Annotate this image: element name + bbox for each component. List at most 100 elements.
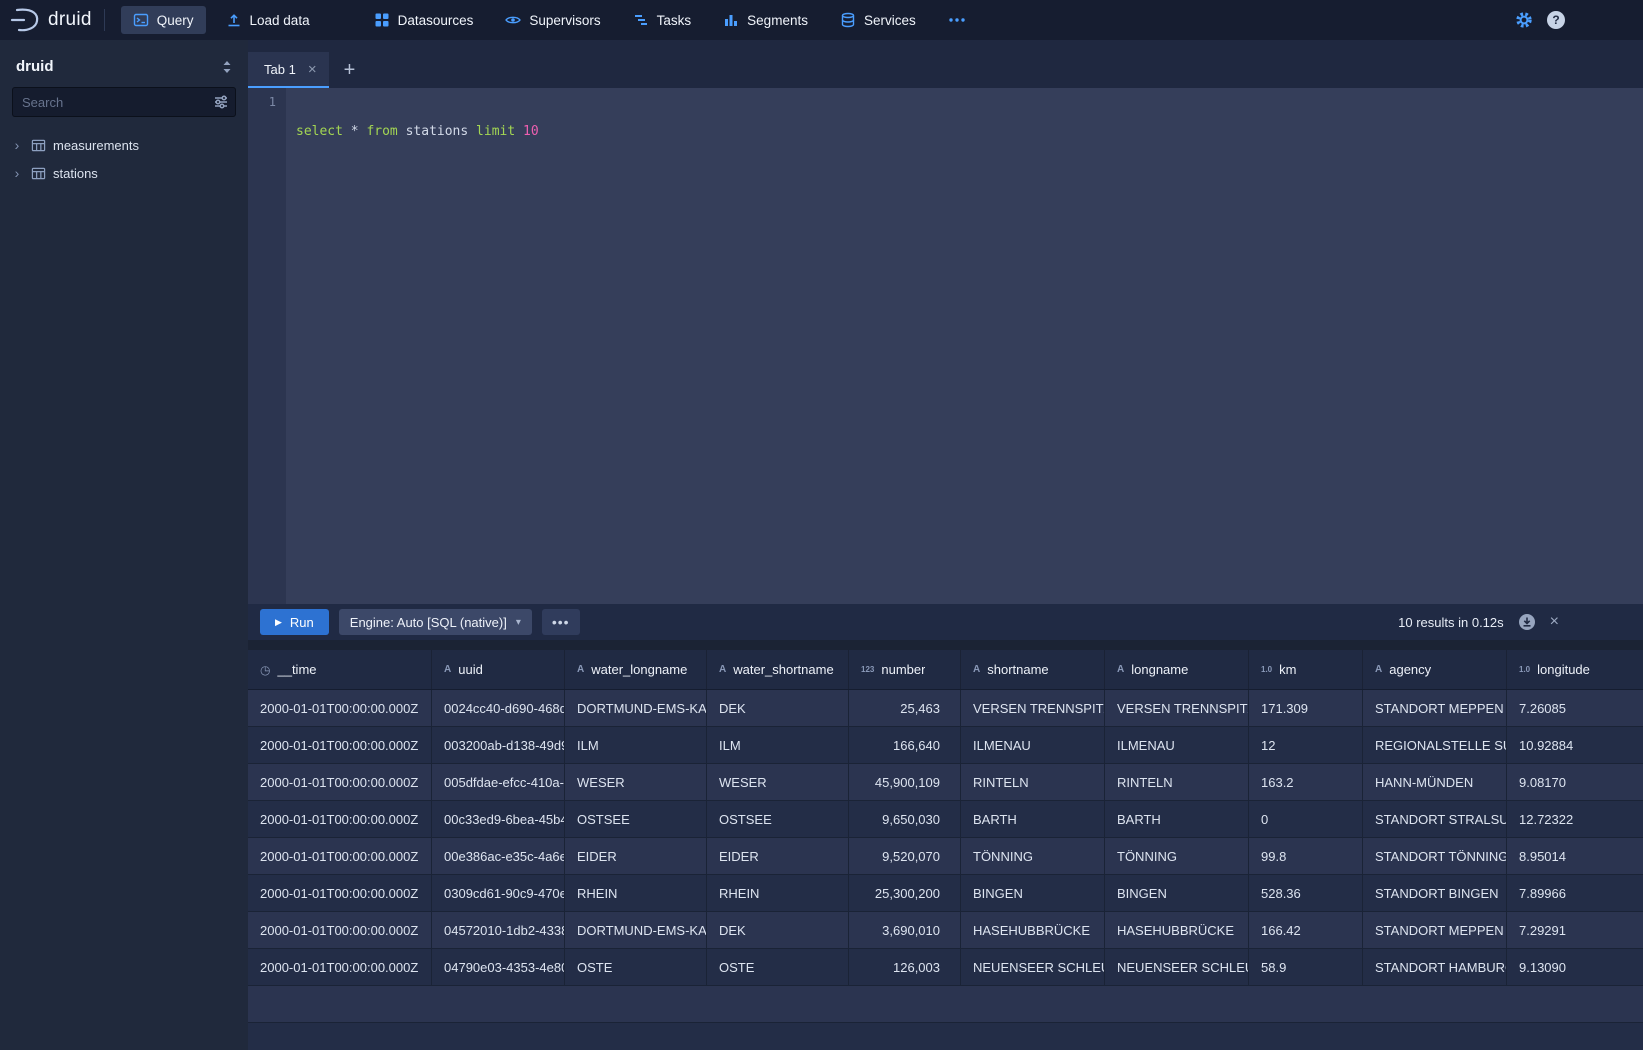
close-results-icon[interactable]: × [1550,614,1559,630]
column-header-longname[interactable]: Alongname [1105,650,1249,689]
cell[interactable]: STANDORT MEPPEN [1363,912,1507,948]
cell[interactable]: 04572010-1db2-4338-85 [432,912,565,948]
nav-more[interactable] [936,6,978,34]
cell[interactable]: NEUENSEER SCHLEUSEN [961,949,1105,985]
cell[interactable]: 2000-01-01T00:00:00.000Z [248,949,432,985]
cell[interactable]: NEUENSEER SCHLEUSEN [1105,949,1249,985]
cell[interactable]: ILMENAU [961,727,1105,763]
run-button[interactable]: ▶ Run [260,609,329,635]
cell[interactable]: 99.8 [1249,838,1363,874]
cell[interactable]: BINGEN [961,875,1105,911]
column-header-km[interactable]: 1.0km [1249,650,1363,689]
cell[interactable]: 166,640 [849,727,961,763]
cell[interactable]: STANDORT STRALSUND [1363,801,1507,837]
cell[interactable]: TÖNNING [1105,838,1249,874]
cell[interactable]: 2000-01-01T00:00:00.000Z [248,727,432,763]
cell[interactable]: 7.89966 [1507,875,1643,911]
nav-supervisors[interactable]: Supervisors [493,6,612,34]
cell[interactable]: 8.95014 [1507,838,1643,874]
cell[interactable]: 166.42 [1249,912,1363,948]
cell[interactable]: 2000-01-01T00:00:00.000Z [248,838,432,874]
cell[interactable]: DORTMUND-EMS-KANA [565,912,707,948]
cell[interactable]: ILMENAU [1105,727,1249,763]
cell[interactable]: 9,650,030 [849,801,961,837]
more-options-button[interactable]: ••• [542,609,580,635]
cell[interactable]: 2000-01-01T00:00:00.000Z [248,801,432,837]
cell[interactable]: 528.36 [1249,875,1363,911]
cell[interactable]: 04790e03-4353-4e80-be [432,949,565,985]
filter-icon[interactable] [213,94,229,110]
help-icon[interactable]: ? [1547,11,1565,29]
cell[interactable]: 2000-01-01T00:00:00.000Z [248,875,432,911]
cell[interactable]: 58.9 [1249,949,1363,985]
brand[interactable]: druid [10,7,92,33]
cell[interactable]: VERSEN TRENNSPITZE [1105,690,1249,726]
add-tab-button[interactable]: + [329,52,371,88]
cell[interactable]: OSTE [565,949,707,985]
cell[interactable]: 12.72322 [1507,801,1643,837]
cell[interactable]: 0024cc40-d690-468d-84 [432,690,565,726]
cell[interactable]: WESER [707,764,849,800]
cell[interactable]: 2000-01-01T00:00:00.000Z [248,690,432,726]
cell[interactable]: 9.13090 [1507,949,1643,985]
cell[interactable]: BARTH [1105,801,1249,837]
nav-tasks[interactable]: Tasks [621,6,704,34]
column-header-shortname[interactable]: Ashortname [961,650,1105,689]
tree-item-stations[interactable]: › stations [0,159,248,187]
column-header-agency[interactable]: Aagency [1363,650,1507,689]
nav-load-data[interactable]: Load data [214,6,322,34]
column-header-__time[interactable]: ◷__time [248,650,432,689]
cell[interactable]: 25,300,200 [849,875,961,911]
cell[interactable]: OSTE [707,949,849,985]
schema-selector[interactable]: druid [0,40,248,87]
cell[interactable]: 12 [1249,727,1363,763]
cell[interactable]: VERSEN TRENNSPITZE [961,690,1105,726]
cell[interactable]: 7.29291 [1507,912,1643,948]
column-header-longitude[interactable]: 1.0longitude [1507,650,1643,689]
column-header-water_shortname[interactable]: Awater_shortname [707,650,849,689]
cell[interactable]: 25,463 [849,690,961,726]
cell[interactable]: STANDORT HAMBURG [1363,949,1507,985]
cell[interactable]: RINTELN [1105,764,1249,800]
cell[interactable]: 003200ab-d138-49d9-aa [432,727,565,763]
cell[interactable]: 00e386ac-e35c-4a6e-80 [432,838,565,874]
cell[interactable]: EIDER [707,838,849,874]
cell[interactable]: 171.309 [1249,690,1363,726]
cell[interactable]: 2000-01-01T00:00:00.000Z [248,764,432,800]
cell[interactable]: RINTELN [961,764,1105,800]
cell[interactable]: 00c33ed9-6bea-45b4-87 [432,801,565,837]
cell[interactable]: RHEIN [707,875,849,911]
cell[interactable]: 2000-01-01T00:00:00.000Z [248,912,432,948]
cell[interactable]: BARTH [961,801,1105,837]
cell[interactable]: ILM [565,727,707,763]
cell[interactable]: HASEHUBBRÜCKE [1105,912,1249,948]
cell[interactable]: 9,520,070 [849,838,961,874]
cell[interactable]: OSTSEE [707,801,849,837]
cell[interactable]: ILM [707,727,849,763]
cell[interactable]: BINGEN [1105,875,1249,911]
cell[interactable]: WESER [565,764,707,800]
cell[interactable]: OSTSEE [565,801,707,837]
cell[interactable]: TÖNNING [961,838,1105,874]
cell[interactable]: 0 [1249,801,1363,837]
nav-datasources[interactable]: Datasources [362,6,486,34]
settings-gear-icon[interactable] [1515,11,1533,29]
cell[interactable]: 005dfdae-efcc-410a-bf1 [432,764,565,800]
cell[interactable]: 9.08170 [1507,764,1643,800]
cell[interactable]: 126,003 [849,949,961,985]
tree-item-measurements[interactable]: › measurements [0,131,248,159]
cell[interactable]: STANDORT BINGEN [1363,875,1507,911]
cell[interactable]: 45,900,109 [849,764,961,800]
cell[interactable]: 163.2 [1249,764,1363,800]
engine-selector[interactable]: Engine: Auto [SQL (native)] ▾ [339,609,532,635]
tab-1[interactable]: Tab 1 × [248,52,329,88]
search-input[interactable] [12,87,236,117]
cell[interactable]: 10.92884 [1507,727,1643,763]
column-header-water_longname[interactable]: Awater_longname [565,650,707,689]
cell[interactable]: STANDORT TÖNNING [1363,838,1507,874]
column-header-uuid[interactable]: Auuid [432,650,565,689]
nav-segments[interactable]: Segments [711,6,820,34]
code-area[interactable]: select * from stations limit 10 [286,88,1643,604]
cell[interactable]: DEK [707,690,849,726]
cell[interactable]: DORTMUND-EMS-KANA [565,690,707,726]
